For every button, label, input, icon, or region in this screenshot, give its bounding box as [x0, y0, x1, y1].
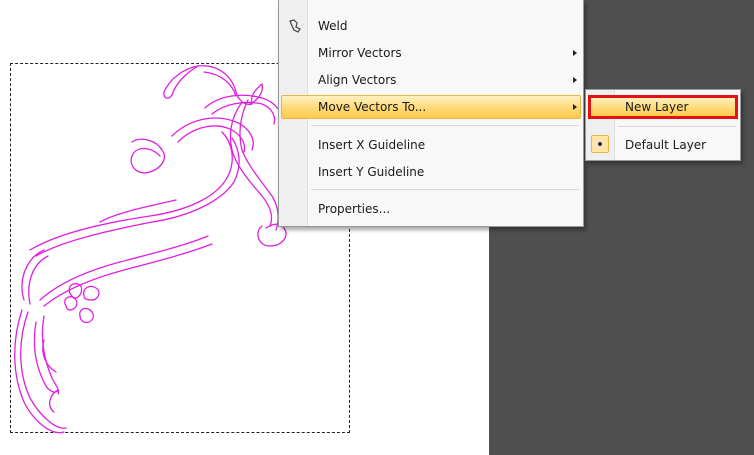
submenu-arrow-icon	[573, 77, 577, 83]
submenu-item-label: Default Layer	[625, 138, 707, 152]
menu-item-label: Insert X Guideline	[318, 138, 426, 152]
menu-item-weld[interactable]: Weld	[281, 14, 581, 38]
menu-item-label: Properties...	[318, 202, 391, 216]
context-menu: Weld Mirror Vectors Align Vectors Move V…	[278, 0, 584, 227]
weld-icon	[289, 19, 301, 33]
menu-separator	[618, 126, 736, 127]
menu-item-align-vectors[interactable]: Align Vectors	[281, 68, 581, 92]
menu-item-label: Weld	[318, 19, 348, 33]
menu-separator	[311, 125, 579, 126]
submenu-arrow-icon	[573, 50, 577, 56]
menu-item-move-vectors-to[interactable]: Move Vectors To...	[281, 95, 581, 119]
menu-item-label: Align Vectors	[318, 73, 397, 87]
menu-item-mirror-vectors[interactable]: Mirror Vectors	[281, 41, 581, 65]
menu-item-label: Move Vectors To...	[318, 100, 427, 114]
menu-item-insert-x-guideline[interactable]: Insert X Guideline	[281, 133, 581, 157]
submenu-item-label: New Layer	[625, 100, 689, 114]
submenu-item-default-layer[interactable]: Default Layer	[588, 133, 738, 157]
submenu-arrow-icon	[573, 104, 577, 110]
move-vectors-submenu: New Layer Default Layer	[585, 89, 741, 161]
menu-item-insert-y-guideline[interactable]: Insert Y Guideline	[281, 160, 581, 184]
menu-separator	[311, 189, 579, 190]
menu-item-label: Mirror Vectors	[318, 46, 402, 60]
submenu-item-new-layer[interactable]: New Layer	[588, 95, 738, 119]
radio-bullet-icon	[591, 135, 609, 153]
menu-item-properties[interactable]: Properties...	[281, 197, 581, 221]
menu-item-label: Insert Y Guideline	[318, 165, 425, 179]
